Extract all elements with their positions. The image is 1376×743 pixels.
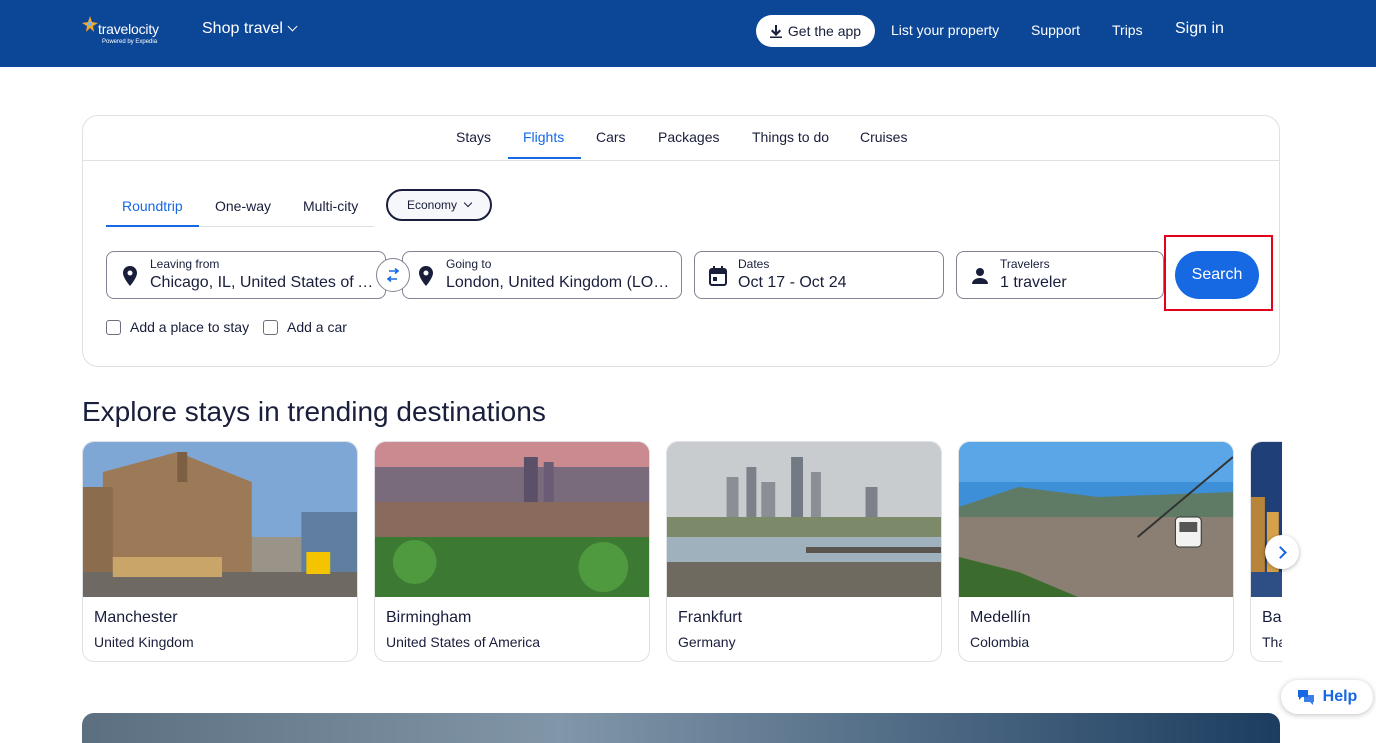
tab-cars[interactable]: Cars xyxy=(596,129,626,145)
trip-type-one-way[interactable]: One-way xyxy=(215,198,271,214)
destination-country: United States of America xyxy=(386,634,541,650)
logo-text: travelocity xyxy=(98,21,159,37)
destination-country: United Kingdom xyxy=(94,634,194,650)
tab-cruises[interactable]: Cruises xyxy=(860,129,907,145)
chevron-right-icon xyxy=(1274,545,1287,559)
location-pin-icon xyxy=(419,266,433,286)
destination-country: Thailand xyxy=(1262,634,1282,650)
manchester-photo xyxy=(83,442,357,597)
trips-link[interactable]: Trips xyxy=(1112,22,1143,38)
leaving-from-label: Leaving from xyxy=(150,257,220,271)
dates-label: Dates xyxy=(738,257,770,271)
frankfurt-photo xyxy=(667,442,941,597)
destination-city: Bangkok xyxy=(1262,609,1282,626)
travelers-label: Travelers xyxy=(1000,257,1050,271)
tab-flights[interactable]: Flights xyxy=(523,129,564,145)
swap-arrows-icon xyxy=(386,268,400,282)
tab-stays[interactable]: Stays xyxy=(456,129,491,145)
trip-type-multi-city[interactable]: Multi-city xyxy=(303,198,358,214)
get-the-app-button[interactable]: Get the app xyxy=(756,15,875,47)
destinations-carousel: Manchester United Kingdom Birmingham Uni… xyxy=(82,441,1282,662)
search-form-card: Stays Flights Cars Packages Things to do… xyxy=(82,115,1280,367)
top-header: travelocity Powered by Expedia Shop trav… xyxy=(0,0,1376,67)
destination-card-frankfurt[interactable]: Frankfurt Germany xyxy=(666,441,942,662)
search-button[interactable]: Search xyxy=(1175,251,1259,299)
cabin-class-dropdown[interactable]: Economy xyxy=(386,189,492,221)
destination-city: Manchester xyxy=(94,609,178,626)
shop-travel-label: Shop travel xyxy=(202,20,283,37)
checkbox-box xyxy=(263,319,278,335)
trip-type-roundtrip[interactable]: Roundtrip xyxy=(122,198,183,214)
going-to-label: Going to xyxy=(446,257,492,271)
download-icon xyxy=(769,24,782,38)
active-tab-indicator xyxy=(508,157,581,159)
add-stay-label: Add a place to stay xyxy=(130,319,250,335)
get-app-label: Get the app xyxy=(787,23,862,39)
support-link[interactable]: Support xyxy=(1031,22,1080,38)
sign-in-link[interactable]: Sign in xyxy=(1175,20,1224,38)
add-car-checkbox[interactable]: Add a car xyxy=(263,319,347,335)
leaving-from-field[interactable]: Leaving from Chicago, IL, United States … xyxy=(106,251,386,299)
chevron-down-icon xyxy=(287,21,298,32)
help-button[interactable]: Help xyxy=(1281,680,1373,714)
medellin-photo xyxy=(959,442,1233,597)
dates-value: Oct 17 - Oct 24 xyxy=(738,274,847,291)
destination-city: Medellín xyxy=(970,609,1031,626)
powered-by-text: Powered by Expedia xyxy=(102,39,158,45)
dates-field[interactable]: Dates Oct 17 - Oct 24 xyxy=(694,251,944,299)
chat-bubbles-icon xyxy=(1297,690,1314,705)
travelers-value: 1 traveler xyxy=(1000,274,1067,291)
add-car-label: Add a car xyxy=(287,319,347,335)
swap-locations-button[interactable] xyxy=(376,258,410,292)
person-icon xyxy=(972,268,988,284)
travelers-field[interactable]: Travelers 1 traveler xyxy=(956,251,1164,299)
destination-country: Colombia xyxy=(970,634,1030,650)
tab-packages[interactable]: Packages xyxy=(658,129,719,145)
calendar-icon xyxy=(709,266,727,286)
bangkok-photo xyxy=(1251,442,1282,597)
destination-card-manchester[interactable]: Manchester United Kingdom xyxy=(82,441,358,662)
location-pin-icon xyxy=(123,266,137,286)
tab-things-to-do[interactable]: Things to do xyxy=(752,129,829,145)
destination-city: Frankfurt xyxy=(678,609,743,626)
list-your-property-link[interactable]: List your property xyxy=(891,22,999,38)
travelocity-logo[interactable]: travelocity Powered by Expedia xyxy=(82,14,174,50)
travelocity-star-icon xyxy=(82,16,98,32)
cabin-class-value: Economy xyxy=(406,198,458,212)
promo-banner-image xyxy=(82,713,1280,743)
trending-section-title: Explore stays in trending destinations xyxy=(82,396,546,427)
going-to-value: London, United Kingdom (LON-All Airports… xyxy=(446,274,670,291)
leaving-from-value: Chicago, IL, United States of America xyxy=(150,274,374,291)
product-tabs: Stays Flights Cars Packages Things to do… xyxy=(83,116,1279,161)
checkbox-box xyxy=(106,319,121,335)
destination-card-birmingham[interactable]: Birmingham United States of America xyxy=(374,441,650,662)
help-label: Help xyxy=(1322,688,1358,705)
shop-travel-menu[interactable]: Shop travel xyxy=(202,20,298,38)
chevron-down-icon xyxy=(463,198,473,208)
destination-city: Birmingham xyxy=(386,609,472,626)
birmingham-photo xyxy=(375,442,649,597)
going-to-field[interactable]: Going to London, United Kingdom (LON-All… xyxy=(402,251,682,299)
destination-country: Germany xyxy=(678,634,736,650)
destination-card-medellin[interactable]: Medellín Colombia xyxy=(958,441,1234,662)
trip-type-indicator xyxy=(106,225,199,227)
add-place-to-stay-checkbox[interactable]: Add a place to stay xyxy=(106,319,249,335)
carousel-next-button[interactable] xyxy=(1265,535,1299,569)
